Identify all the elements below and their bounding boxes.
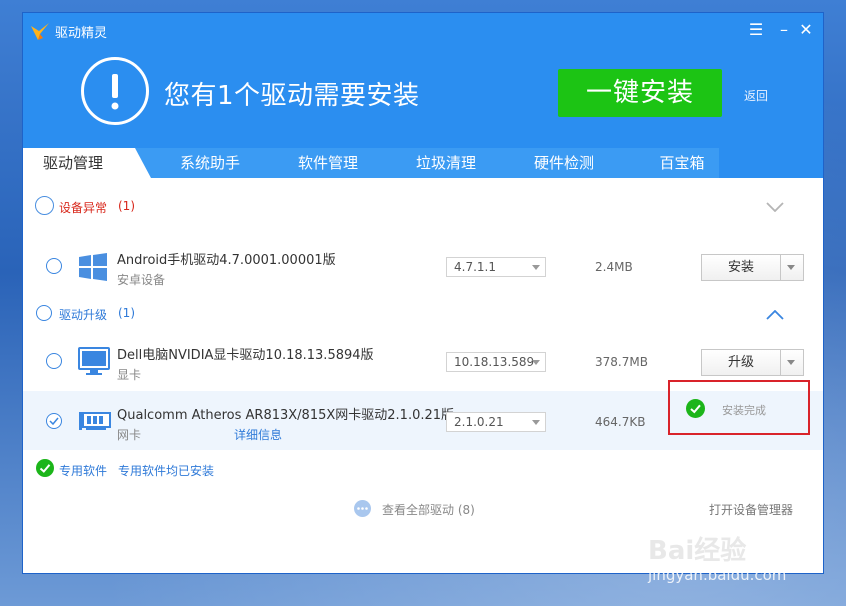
driver-select-radio[interactable] [46,353,62,369]
view-all-drivers-link[interactable]: 查看全部驱动 (8) [382,501,475,518]
chevron-down-icon [532,265,540,270]
driver-size: 378.7MB [595,355,648,369]
tab-system-assistant[interactable]: 系统助手 [151,148,269,178]
driver-name: Dell电脑NVIDIA显卡驱动10.18.13.5894版 [117,348,374,363]
upgrade-section-title: 驱动升级 [59,308,108,322]
special-software-title: 专用软件 [59,464,108,478]
chevron-up-icon[interactable] [766,310,784,320]
driver-list: 设备异常 (1) Android手机驱动4.7.0001.00001版 安卓设备… [23,178,823,573]
driver-size: 2.4MB [595,260,633,274]
more-icon[interactable] [354,500,371,517]
chevron-down-icon [532,360,540,365]
version-value: 10.18.13.589 [454,355,535,369]
upgrade-select-all-radio[interactable] [36,305,52,321]
main-tabs: 驱动管理 系统助手 软件管理 垃圾清理 硬件检测 百宝箱 [23,148,823,178]
install-complete-icon [686,399,705,418]
driver-category: 安卓设备 [117,273,166,287]
alert-icon [81,57,149,125]
install-button[interactable]: 安装 [701,254,804,281]
driver-select-radio-checked[interactable] [46,413,62,429]
upgrade-button-label: 升级 [702,350,781,375]
tab-software-management[interactable]: 软件管理 [269,148,387,178]
driver-name: Android手机驱动4.7.0001.00001版 [117,253,336,268]
minimize-icon[interactable]: – [773,19,795,41]
check-icon [49,417,59,426]
menu-icon[interactable]: ☰ [745,19,767,41]
special-software-status: 专用软件均已安装 [118,464,215,478]
driver-category: 显卡 [117,368,142,382]
tab-driver-management[interactable]: 驱动管理 [23,148,151,178]
tab-junk-cleanup[interactable]: 垃圾清理 [387,148,505,178]
version-select[interactable]: 4.7.1.1 [446,257,546,277]
driver-select-radio[interactable] [46,258,62,274]
header-banner: 驱动精灵 ☰ – ✕ 您有1个驱动需要安装 一键安装 返回 驱动管理 系统助手 … [23,13,823,178]
upgrade-button[interactable]: 升级 [701,349,804,376]
network-card-icon [79,412,111,430]
tab-toolbox[interactable]: 百宝箱 [623,148,741,178]
chevron-down-icon[interactable] [766,202,784,212]
install-complete-status: 安装完成 [722,404,766,417]
version-select[interactable]: 10.18.13.589 [446,352,546,372]
driver-size: 464.7KB [595,415,646,429]
upgrade-section-count: (1) [118,306,135,320]
back-link[interactable]: 返回 [744,87,768,104]
tab-label: 驱动管理 [43,154,104,172]
install-button-label: 安装 [702,255,781,280]
app-title: 驱动精灵 [55,26,108,41]
driver-name: Qualcomm Atheros AR813X/815X网卡驱动2.1.0.21… [117,408,455,423]
driver-category: 网卡 [117,428,142,442]
success-check-icon [36,459,54,477]
windows-logo-icon [79,253,107,281]
abnormal-select-all-radio[interactable] [35,196,54,215]
version-select[interactable]: 2.1.0.21 [446,412,546,432]
monitor-icon [78,347,110,375]
chevron-down-icon[interactable] [787,265,795,270]
version-value: 4.7.1.1 [454,260,496,274]
version-value: 2.1.0.21 [454,415,504,429]
close-icon[interactable]: ✕ [795,19,817,41]
watermark-brand: Bai经验 [648,536,747,566]
chevron-down-icon[interactable] [787,360,795,365]
chevron-down-icon [532,420,540,425]
app-window: 驱动精灵 ☰ – ✕ 您有1个驱动需要安装 一键安装 返回 驱动管理 系统助手 … [23,13,823,573]
app-logo-icon [31,23,49,40]
abnormal-section-count: (1) [118,199,135,213]
driver-details-link[interactable]: 详细信息 [234,426,282,443]
tab-hardware-detection[interactable]: 硬件检测 [505,148,623,178]
headline: 您有1个驱动需要安装 [164,81,420,111]
abnormal-section-title: 设备异常 [59,201,108,215]
watermark-url: jingyan.baidu.com [648,566,787,584]
install-all-button[interactable]: 一键安装 [558,69,722,117]
